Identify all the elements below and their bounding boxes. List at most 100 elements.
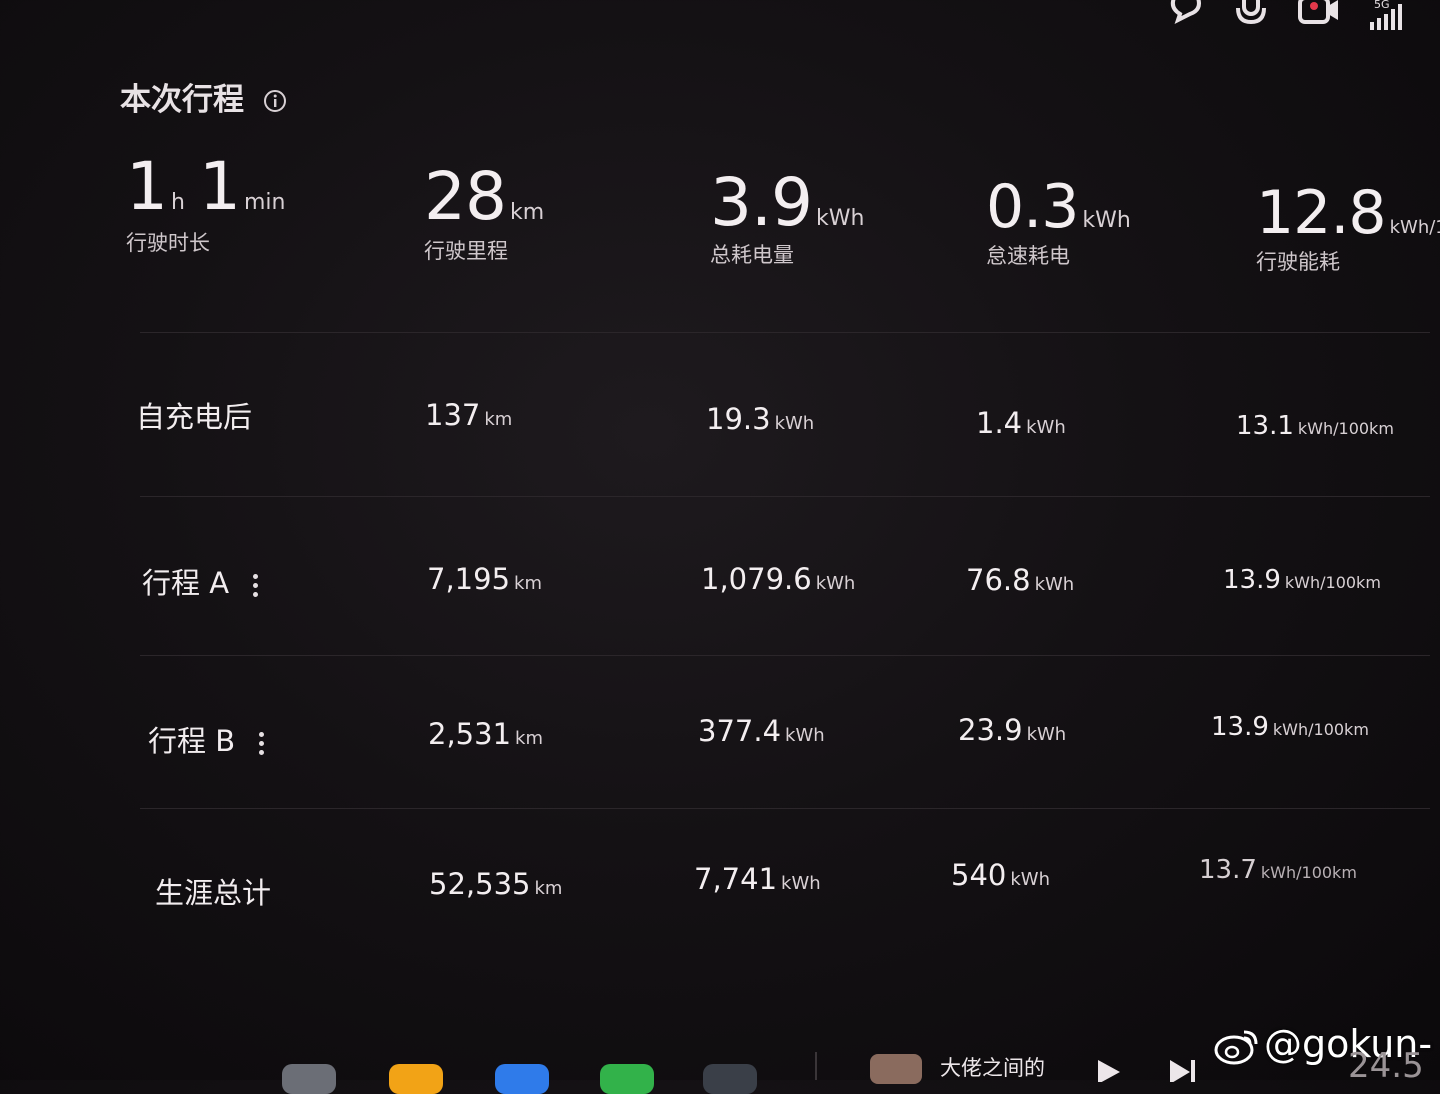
row-distance: 7,195 km <box>427 562 542 596</box>
row-efficiency: 13.1 kWh/100km <box>1236 411 1394 441</box>
distance-label: 行驶里程 <box>424 239 508 263</box>
chat-icon[interactable] <box>1168 0 1204 28</box>
row-energy-unit: kWh <box>781 873 821 894</box>
row-energy-value: 1,079.6 <box>701 562 812 596</box>
idle-energy-label: 怠速耗电 <box>986 244 1070 268</box>
row-energy: 19.3 kWh <box>706 402 814 436</box>
trip-a-label: 行程 A <box>142 566 230 600</box>
row-distance-value: 52,535 <box>429 867 531 901</box>
app-dock-icon[interactable] <box>600 1064 654 1094</box>
row-distance-value: 137 <box>425 398 481 432</box>
row-efficiency-value: 13.9 <box>1223 565 1281 595</box>
signal-label: 5G <box>1374 0 1390 11</box>
trip-header: 本次行程 <box>120 74 287 119</box>
divider <box>140 655 1430 656</box>
efficiency-label: 行驶能耗 <box>1256 250 1340 274</box>
duration-hours: 1 <box>126 148 168 225</box>
signal-icon: 5G <box>1368 0 1408 36</box>
row-idle-value: 23.9 <box>958 713 1023 747</box>
row-efficiency-unit: kWh/100km <box>1272 720 1369 739</box>
row-idle: 23.9 kWh <box>958 713 1066 747</box>
media-title[interactable]: 大佬之间的 <box>940 1052 1045 1082</box>
dock-divider <box>815 1052 817 1080</box>
row-efficiency-value: 13.1 <box>1236 411 1294 441</box>
row-idle: 540 kWh <box>951 858 1050 892</box>
more-options-icon[interactable] <box>259 728 265 759</box>
row-efficiency: 13.9 kWh/100km <box>1211 712 1369 742</box>
distance-unit: km <box>509 200 545 225</box>
row-distance: 52,535 km <box>429 867 562 901</box>
page-title: 本次行程 <box>120 82 244 118</box>
row-efficiency: 13.7 kWh/100km <box>1199 855 1357 885</box>
next-track-icon[interactable] <box>1168 1058 1198 1086</box>
row-energy-value: 377.4 <box>698 714 782 748</box>
efficiency-unit: kWh/100 <box>1389 217 1440 238</box>
efficiency-value: 12.8 <box>1256 178 1387 248</box>
stat-efficiency: 12.8kWh/100 行驶能耗 <box>1256 178 1440 276</box>
row-idle-unit: kWh <box>1010 869 1050 890</box>
row-efficiency: 13.9 kWh/100km <box>1223 565 1381 595</box>
total-energy-label: 总耗电量 <box>710 243 794 267</box>
row-idle-unit: kWh <box>1026 724 1067 745</box>
duration-hours-unit: h <box>171 190 185 215</box>
row-distance: 137 km <box>425 398 512 432</box>
row-label-since-charge: 自充电后 <box>136 400 253 434</box>
app-dock-icon[interactable] <box>495 1064 549 1094</box>
stat-total-energy: 3.9 kWh 总耗电量 <box>710 164 864 269</box>
app-dock-icon[interactable] <box>389 1064 443 1094</box>
row-distance-value: 2,531 <box>428 717 512 751</box>
row-label-trip-b[interactable]: 行程 B <box>148 718 265 760</box>
row-idle-value: 1.4 <box>976 406 1023 440</box>
row-distance-unit: km <box>534 878 563 899</box>
row-efficiency-unit: kWh/100km <box>1297 419 1394 438</box>
app-dock-icon[interactable] <box>282 1064 336 1094</box>
temperature-readout[interactable]: 24.5 <box>1348 1046 1424 1086</box>
row-idle-unit: kWh <box>1026 417 1066 438</box>
row-efficiency-value: 13.9 <box>1211 712 1269 742</box>
row-idle: 76.8 kWh <box>966 563 1074 597</box>
duration-label: 行驶时长 <box>126 231 210 255</box>
row-energy-unit: kWh <box>815 573 856 594</box>
info-icon[interactable] <box>263 89 287 117</box>
stat-idle-energy: 0.3 kWh 怠速耗电 <box>986 172 1131 270</box>
stat-distance: 28 km 行驶里程 <box>424 158 544 265</box>
row-idle-value: 76.8 <box>966 563 1031 597</box>
row-idle-value: 540 <box>951 858 1007 892</box>
idle-energy-value: 0.3 <box>986 172 1079 242</box>
app-dock-icon[interactable] <box>703 1064 757 1094</box>
row-efficiency-value: 13.7 <box>1199 855 1257 885</box>
row-efficiency-unit: kWh/100km <box>1284 573 1381 592</box>
row-idle-unit: kWh <box>1034 574 1075 595</box>
row-idle: 1.4 kWh <box>976 406 1066 440</box>
row-energy-unit: kWh <box>785 725 825 746</box>
row-energy-unit: kWh <box>774 413 815 434</box>
row-distance-unit: km <box>484 409 513 430</box>
microphone-icon[interactable] <box>1234 0 1268 32</box>
weibo-icon <box>1214 1026 1262 1070</box>
duration-minutes-unit: min <box>243 190 286 215</box>
total-energy-unit: kWh <box>815 206 865 231</box>
row-label-lifetime: 生涯总计 <box>155 876 272 910</box>
row-energy-value: 7,741 <box>694 862 778 896</box>
row-distance: 2,531 km <box>428 717 543 751</box>
row-energy-value: 19.3 <box>706 402 771 436</box>
divider <box>140 332 1430 333</box>
row-efficiency-unit: kWh/100km <box>1260 863 1357 882</box>
row-energy: 1,079.6 kWh <box>701 562 855 596</box>
row-label-trip-a[interactable]: 行程 A <box>142 560 259 602</box>
row-distance-unit: km <box>514 573 542 594</box>
stat-duration: 1 h 1 min 行驶时长 <box>126 148 285 257</box>
duration-minutes: 1 <box>198 148 241 225</box>
play-icon[interactable] <box>1096 1058 1122 1086</box>
divider <box>140 808 1430 809</box>
distance-value: 28 <box>424 158 507 235</box>
more-options-icon[interactable] <box>253 570 259 601</box>
trip-b-label: 行程 B <box>148 724 236 758</box>
total-energy-value: 3.9 <box>710 164 813 241</box>
idle-energy-unit: kWh <box>1082 208 1131 233</box>
row-energy: 377.4 kWh <box>698 714 825 748</box>
row-distance-unit: km <box>515 728 543 749</box>
divider <box>140 496 1430 497</box>
camera-icon[interactable] <box>1298 0 1342 30</box>
row-energy: 7,741 kWh <box>694 862 821 896</box>
